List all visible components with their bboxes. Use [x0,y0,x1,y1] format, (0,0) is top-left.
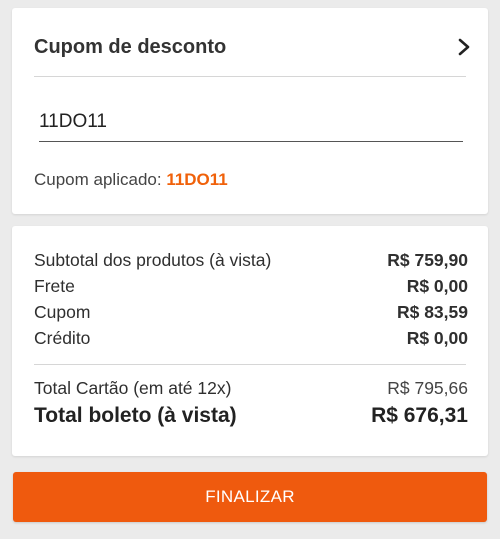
coupon-applied-code: 11DO11 [166,170,228,189]
summary-row-label: Frete [34,276,75,296]
coupon-title: Cupom de desconto [34,35,227,58]
order-summary-card: Subtotal dos produtos (à vista) R$ 759,9… [12,226,488,456]
coupon-divider [34,76,466,77]
summary-row-value: R$ 83,59 [396,302,468,322]
total-boleto-value: R$ 676,31 [371,404,468,427]
summary-row-value: R$ 0,00 [406,328,468,348]
summary-row-label: Subtotal dos produtos (à vista) [34,250,272,270]
summary-row-cupom: Cupom R$ 83,59 [34,302,468,323]
summary-total-card: Total Cartão (em até 12x) R$ 795,66 [34,378,468,399]
chevron-right-icon[interactable] [456,37,472,57]
total-boleto-label: Total boleto (à vista) [34,404,237,427]
summary-total-boleto: Total boleto (à vista) R$ 676,31 [34,404,468,428]
summary-row-frete: Frete R$ 0,00 [34,276,468,297]
summary-row-subtotal: Subtotal dos produtos (à vista) R$ 759,9… [34,250,468,271]
summary-row-value: R$ 0,00 [406,276,468,296]
summary-divider [34,364,466,365]
coupon-applied-line: Cupom aplicado: 11DO11 [34,170,228,190]
summary-row-label: Crédito [34,328,91,348]
summary-row-label: Cupom [34,302,91,322]
total-card-label: Total Cartão (em até 12x) [34,378,232,398]
coupon-applied-label: Cupom aplicado: [34,170,162,189]
summary-row-value: R$ 759,90 [387,250,468,270]
coupon-header[interactable]: Cupom de desconto [34,32,472,62]
finalize-button[interactable]: FINALIZAR [13,472,487,522]
coupon-card: Cupom de desconto Cupom aplicado: 11DO11 [12,8,488,214]
total-card-value: R$ 795,66 [387,378,468,398]
summary-row-credito: Crédito R$ 0,00 [34,328,468,349]
coupon-code-input[interactable] [39,106,463,142]
